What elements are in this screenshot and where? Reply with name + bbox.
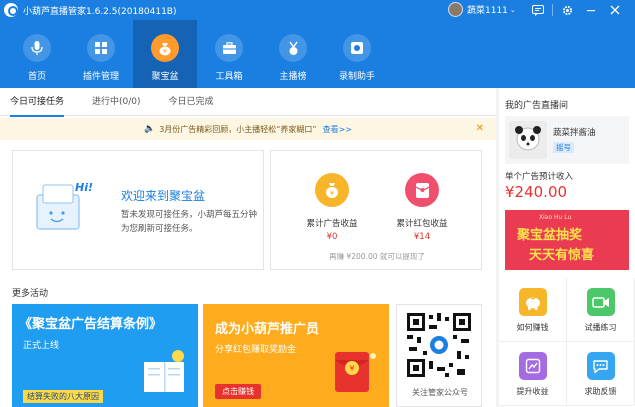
nav-item-toolbox[interactable]: 工具箱 — [197, 20, 261, 88]
welcome-title: 欢迎来到聚宝盆 — [121, 189, 206, 203]
income-card: ¥ 累计广告收益 ¥0 累计红包收益 ¥14 再赚 ¥200.00 就可以提现了 — [270, 150, 482, 270]
promo-line-1: 聚宝盆抽奖 — [517, 228, 583, 243]
app-logo-icon — [4, 3, 18, 17]
banner-title: 《聚宝盆广告结算条例》 — [19, 317, 163, 332]
microphone-icon — [23, 34, 51, 62]
user-menu[interactable]: 蔬菜1111 ⌄ — [448, 2, 516, 17]
nav-label: 首页 — [27, 72, 46, 82]
nav-label: 工具箱 — [215, 72, 243, 82]
hongbao-income-label: 累计红包收益 — [396, 219, 448, 229]
avatar — [509, 121, 547, 159]
speaker-icon: 🔈 — [143, 124, 156, 134]
qr-code-icon — [405, 311, 473, 379]
treasure-bag-icon: ¥ — [151, 34, 179, 62]
plugin-grid-icon — [87, 34, 115, 62]
divider — [552, 4, 553, 16]
medal-icon — [279, 34, 307, 62]
grid-label: 提升收益 — [516, 387, 549, 396]
book-icon — [144, 350, 184, 392]
gear-icon[interactable] — [555, 0, 579, 20]
nav-item-home[interactable]: 首页 — [5, 20, 69, 88]
toolbox-icon — [215, 34, 243, 62]
tab-available-today[interactable]: 今日可接任务 — [0, 88, 74, 117]
task-tabs: 今日可接任务 进行中(0/0) 今日已完成 — [0, 88, 496, 117]
grid-label: 试播练习 — [584, 323, 617, 332]
more-activities-title: 更多活动 — [12, 289, 49, 299]
nav-item-ranking[interactable]: 主播榜 — [261, 20, 325, 88]
nav-item-record[interactable]: 录制助手 — [325, 20, 389, 88]
minimize-icon[interactable] — [579, 0, 603, 20]
qr-label: 关注管家公众号 — [412, 388, 468, 397]
side-income-label: 单个广告预计收入 — [505, 172, 574, 182]
app-title: 小葫芦直播管家1.6.2.5(20180411B) — [23, 6, 177, 17]
close-icon[interactable]: ✕ — [476, 123, 484, 134]
ad-income-label: 累计广告收益 — [306, 219, 358, 229]
tab-in-progress[interactable]: 进行中(0/0) — [82, 88, 151, 116]
withdraw-note: 再赚 ¥200.00 就可以提现了 — [329, 252, 425, 261]
hi-label: Hi! — [75, 181, 93, 194]
boost-earnings-button[interactable]: 提升收益 — [499, 342, 567, 406]
banner-subtitle: 正式上线 — [23, 341, 60, 351]
help-feedback-button[interactable]: 求助反馈 — [567, 342, 635, 406]
title-bar: 小葫芦直播管家1.6.2.5(20180411B) 蔬菜1111 ⌄ — [0, 0, 635, 20]
grid-label: 如何赚钱 — [516, 323, 549, 332]
lottery-promo-banner[interactable]: Xiao Hu Lu 聚宝盆抽奖 天天有惊喜 — [505, 210, 629, 270]
video-icon — [586, 288, 615, 316]
close-icon[interactable] — [603, 0, 627, 20]
speech-bubble-icon — [586, 352, 615, 380]
side-user-name: 蔬菜拌酱油 — [553, 128, 596, 138]
chevron-down-icon[interactable]: ⌄ — [510, 6, 516, 14]
main-nav: 首页 插件管理 ¥ 聚宝盆 工具箱 主播榜 录制助手 — [0, 20, 635, 88]
svg-text:¥: ¥ — [163, 48, 167, 55]
chat-icon[interactable] — [526, 0, 550, 20]
side-user-card[interactable]: 蔬菜拌酱油 摇号 — [505, 116, 629, 164]
grid-label: 求助反馈 — [584, 387, 617, 396]
nav-item-plugins[interactable]: 插件管理 — [69, 20, 133, 88]
nav-label: 录制助手 — [338, 72, 375, 82]
trend-icon — [518, 352, 547, 380]
svg-text:¥: ¥ — [349, 364, 354, 373]
settlement-rules-banner[interactable]: 《聚宝盆广告结算条例》 正式上线 结算失败的八大原因 — [12, 304, 198, 407]
side-panel: 我的广告直播间 蔬菜拌酱油 摇号 单个广告预计收入 ¥240.00 Xiao H… — [499, 88, 635, 407]
welcome-text: 暂未发现可接任务，小葫芦每五分钟为您刷新可接任务。 — [121, 210, 258, 234]
svg-text:¥: ¥ — [330, 190, 335, 198]
help-grid: 如何赚钱 试播练习 提升收益 求助反馈 — [499, 278, 635, 407]
notice-view-link[interactable]: 查看>> — [323, 124, 352, 135]
side-title: 我的广告直播间 — [505, 101, 569, 111]
banner-tag: 结算失败的八大原因 — [23, 390, 103, 403]
notice-text: 3月份广告精彩回顾，小主播轻松“养家糊口” — [159, 124, 317, 134]
nav-item-treasure[interactable]: ¥ 聚宝盆 — [133, 20, 197, 88]
main-panel: 今日可接任务 进行中(0/0) 今日已完成 🔈 3月份广告精彩回顾，小主播轻松“… — [0, 88, 496, 407]
ad-income-value: ¥0 — [326, 232, 338, 242]
money-bag-icon: ¥ — [315, 173, 349, 207]
promo-line-2: 天天有惊喜 — [529, 248, 595, 263]
empty-box-illustration: Hi! — [36, 181, 93, 230]
status-badge: 摇号 — [553, 142, 574, 153]
hongbao-income-value: ¥14 — [413, 232, 431, 242]
user-name[interactable]: 蔬菜1111 — [467, 3, 508, 16]
qr-card: 关注管家公众号 — [396, 304, 482, 407]
promo-english-text: Xiao Hu Lu — [539, 214, 572, 221]
piggy-bank-icon — [518, 288, 547, 316]
nav-label: 主播榜 — [279, 72, 307, 82]
earn-money-button[interactable]: 点击赚钱 — [215, 384, 261, 399]
practice-stream-button[interactable]: 试播练习 — [567, 278, 635, 342]
how-to-earn-button[interactable]: 如何赚钱 — [499, 278, 567, 342]
promoter-banner[interactable]: 成为小葫芦推广员 分享红包赚取奖励金 点击赚钱 ¥ — [203, 304, 389, 407]
banner-subtitle: 分享红包赚取奖励金 — [215, 345, 297, 355]
red-envelope-icon — [405, 173, 439, 207]
banner-title: 成为小葫芦推广员 — [215, 322, 320, 337]
side-income-value: ¥240.00 — [505, 183, 568, 201]
nav-label: 聚宝盆 — [151, 72, 179, 82]
avatar[interactable] — [448, 2, 463, 17]
notice-bar: 🔈 3月份广告精彩回顾，小主播轻松“养家糊口” 查看>> ✕ — [0, 118, 496, 140]
hongbao-income-block: 累计红包收益 ¥14 — [377, 173, 467, 242]
red-envelope-icon: ¥ — [335, 352, 376, 392]
record-icon — [343, 34, 371, 62]
tab-completed-today[interactable]: 今日已完成 — [159, 88, 224, 116]
welcome-card: Hi! 欢迎来到聚宝盆 暂未发现可接任务，小葫芦每五分钟为您刷新可接任务。 — [12, 150, 264, 270]
nav-label: 插件管理 — [82, 72, 119, 82]
ad-income-block: ¥ 累计广告收益 ¥0 — [287, 173, 377, 242]
